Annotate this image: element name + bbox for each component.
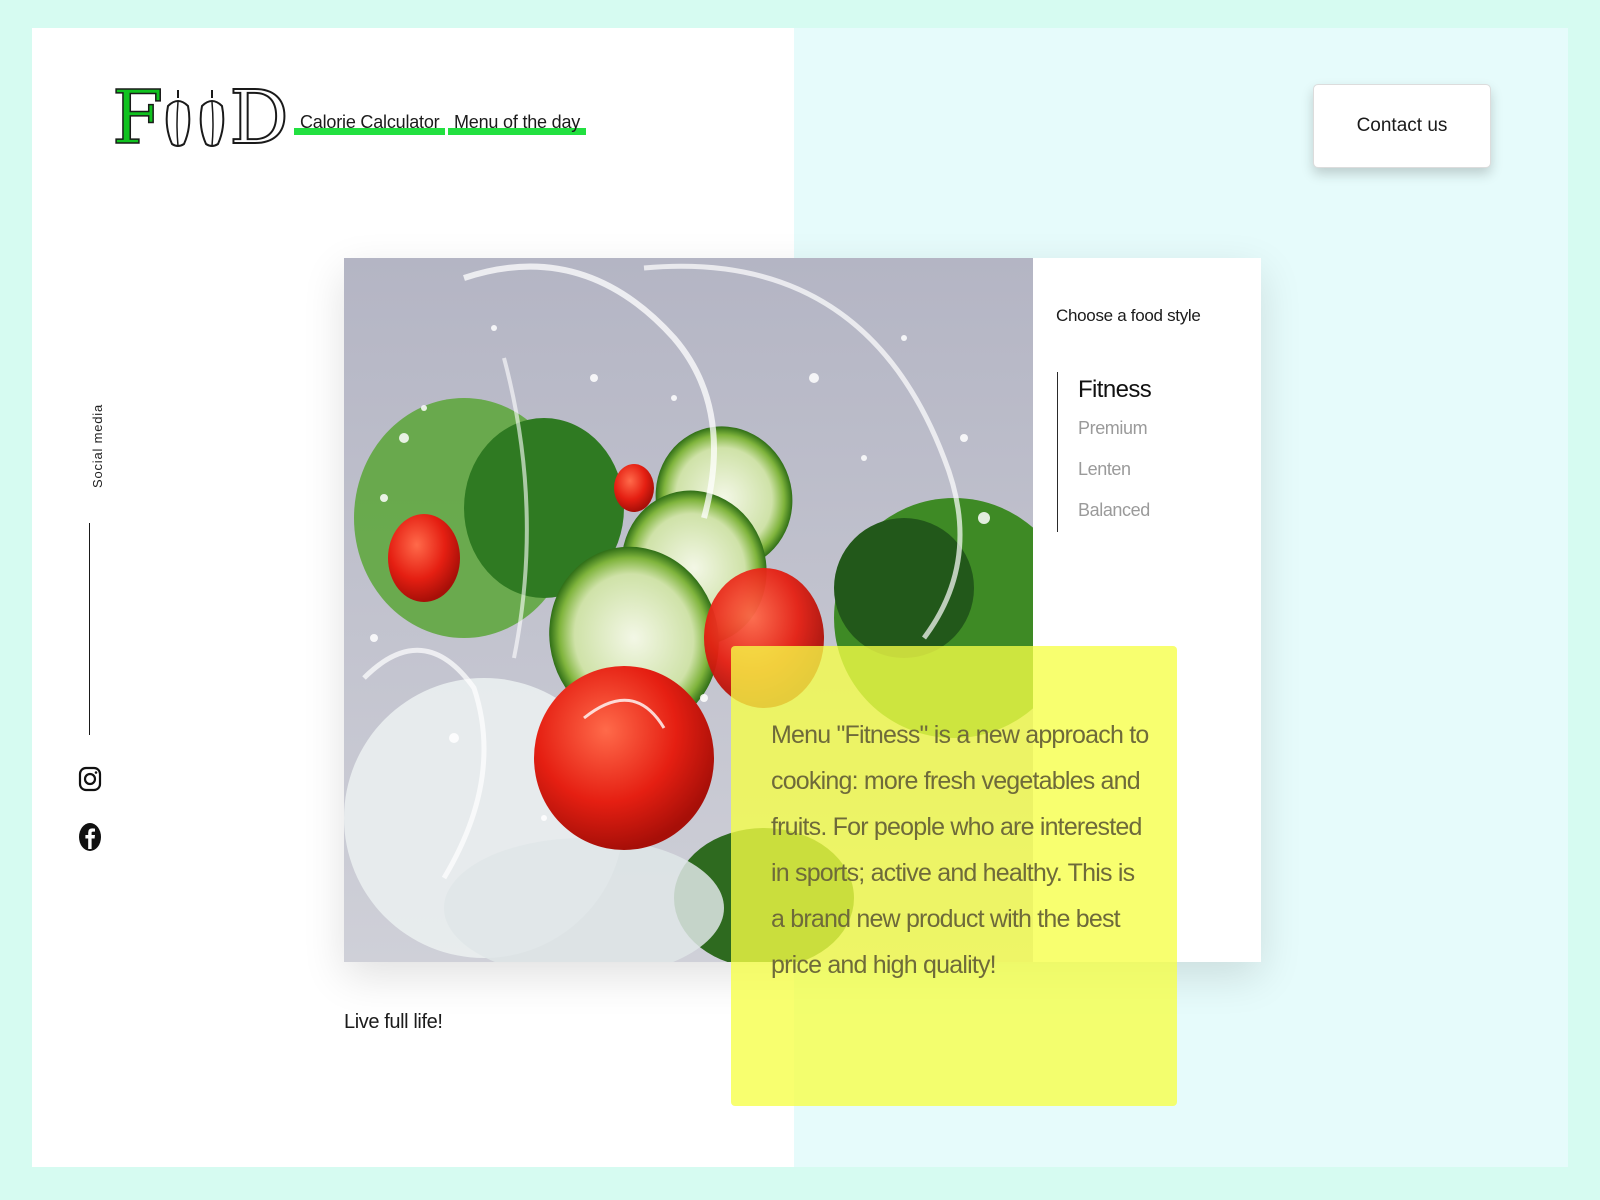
nav-menu-of-the-day[interactable]: Menu of the day [448,112,587,135]
style-item-premium[interactable]: Premium [1078,418,1151,439]
tagline: Live full life! [344,1011,443,1033]
description-text: Menu "Fitness" is a new approach to cook… [771,721,1149,979]
page: F D Calorie Calculator Menu of the day C… [32,28,1568,1167]
style-item-fitness[interactable]: Fitness [1078,376,1152,404]
style-item-balanced[interactable]: Balanced [1078,500,1151,521]
instagram-icon[interactable] [78,764,102,794]
logo[interactable]: F D [111,75,289,161]
pepper-icon [166,90,191,147]
food-style-title: Choose a food style [1056,306,1201,325]
logo-letter-d: D [228,75,289,161]
description-box: Menu "Fitness" is a new approach to cook… [731,646,1177,1106]
social-divider-line [89,523,90,735]
nav-calorie-calculator[interactable]: Calorie Calculator [294,112,446,135]
facebook-icon[interactable] [78,822,102,852]
pepper-icon [200,90,225,147]
logo-letter-f: F [111,75,164,161]
social-media-label: Social media [90,403,105,488]
style-item-lenten[interactable]: Lenten [1078,459,1151,480]
food-style-list: Fitness Premium Lenten Balanced [1057,372,1152,532]
contact-us-button[interactable]: Contact us [1313,84,1491,168]
